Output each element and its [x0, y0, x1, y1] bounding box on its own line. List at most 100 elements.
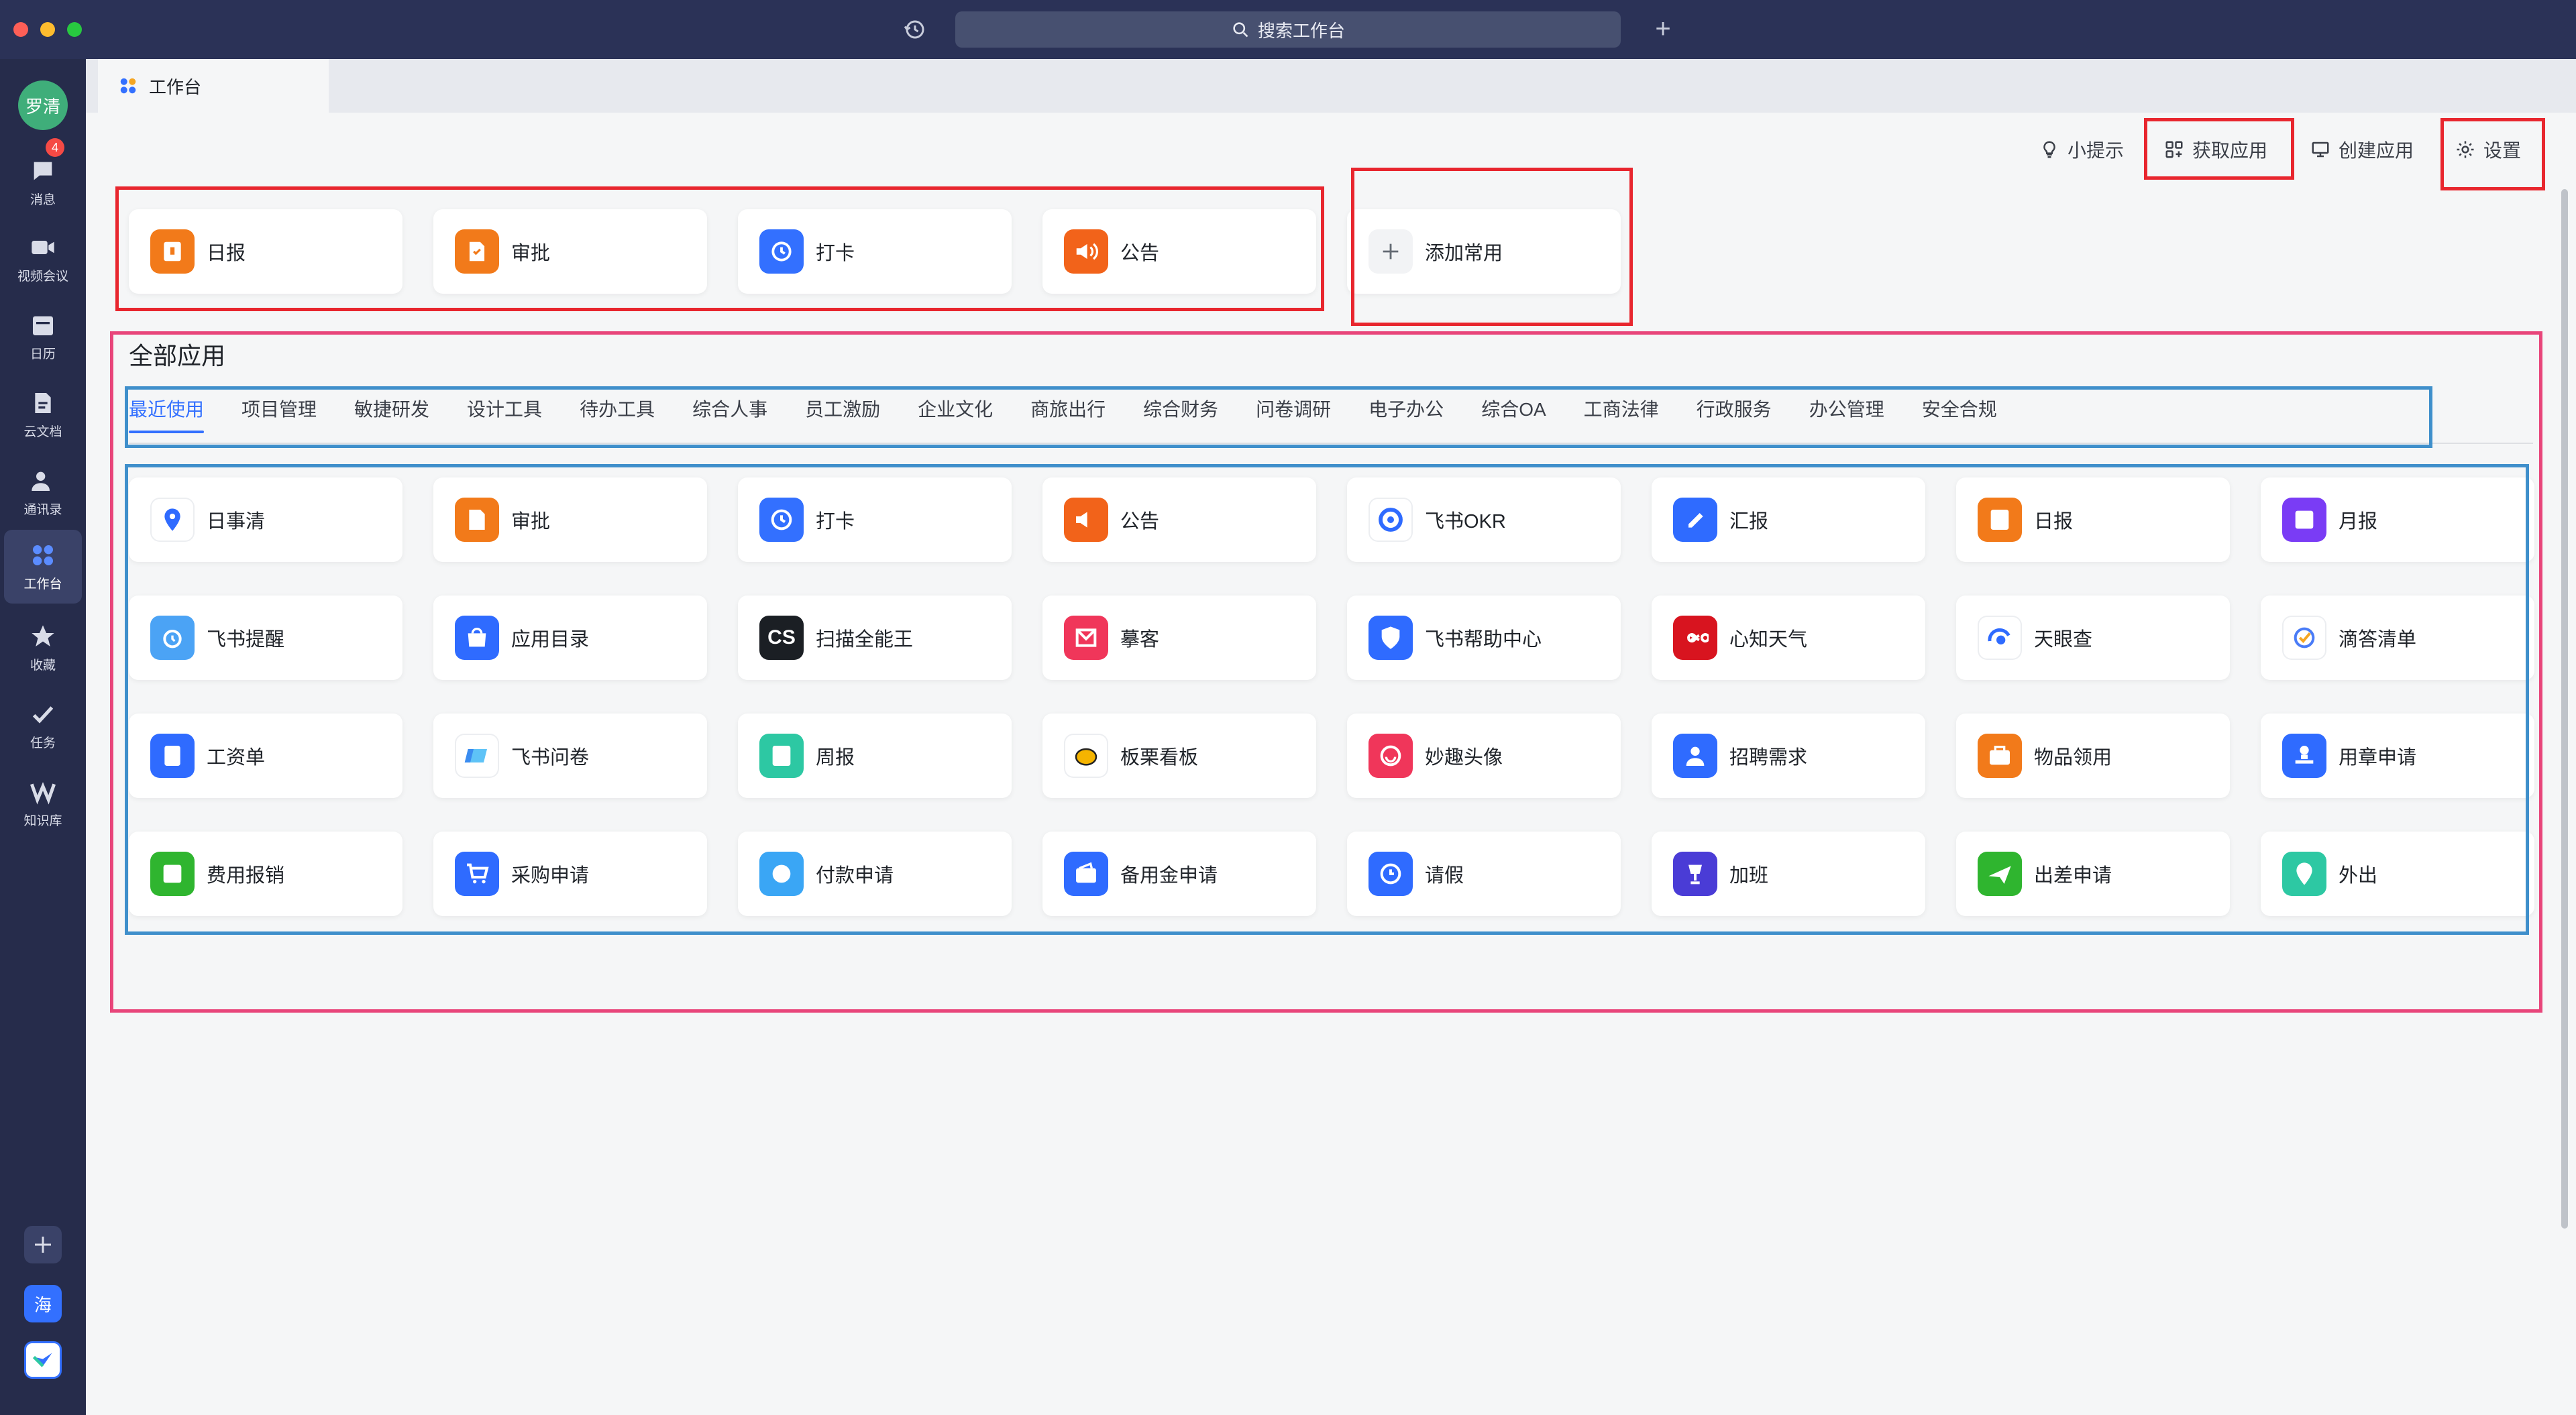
- app-card[interactable]: 工资单: [129, 714, 402, 798]
- app-card[interactable]: 周报: [738, 714, 1012, 798]
- approval-icon: [455, 498, 499, 542]
- app-card[interactable]: 打卡: [738, 477, 1012, 562]
- app-card[interactable]: 公告: [1042, 477, 1316, 562]
- category-tabs: 最近使用 项目管理 敏捷研发 设计工具 待办工具 综合人事 员工激励 企业文化 …: [129, 389, 2016, 436]
- tips-button[interactable]: 小提示: [2039, 134, 2124, 165]
- app-card-label: 天眼查: [2034, 629, 2093, 650]
- tab-category[interactable]: 企业文化: [899, 389, 1012, 431]
- search-input[interactable]: 搜索工作台: [955, 11, 1621, 48]
- app-card[interactable]: 汇报: [1652, 477, 1925, 562]
- app-card[interactable]: 日报: [1956, 477, 2230, 562]
- sidebar-item-docs[interactable]: 云文档: [4, 381, 82, 448]
- app-card-label: 摹客: [1120, 629, 1160, 650]
- close-window-button[interactable]: [13, 22, 28, 37]
- tab-category[interactable]: 商旅出行: [1012, 389, 1124, 431]
- tab-category[interactable]: 电子办公: [1350, 389, 1462, 431]
- sidebar-item-tasks[interactable]: 任务: [4, 692, 82, 759]
- app-card[interactable]: CS 扫描全能王: [738, 596, 1012, 680]
- avatar[interactable]: 罗清: [18, 80, 68, 130]
- app-card[interactable]: 应用目录: [433, 596, 707, 680]
- app-card[interactable]: 飞书OKR: [1347, 477, 1621, 562]
- tab-category[interactable]: 行政服务: [1678, 389, 1790, 431]
- tab-category[interactable]: 综合人事: [674, 389, 786, 431]
- announcement-icon: [1064, 229, 1108, 274]
- tab-category[interactable]: 员工激励: [786, 389, 899, 431]
- app-card[interactable]: 飞书问卷: [433, 714, 707, 798]
- sidebar-item-messages[interactable]: 消息: [4, 149, 82, 216]
- app-card[interactable]: 加班: [1652, 832, 1925, 916]
- message-icon: [34, 162, 52, 180]
- app-card[interactable]: 审批: [433, 477, 707, 562]
- favorite-app-clock-in[interactable]: 打卡: [738, 209, 1012, 294]
- tab-category[interactable]: 综合OA: [1462, 389, 1564, 431]
- video-icon: [32, 240, 54, 254]
- settings-button[interactable]: 设置: [2455, 134, 2521, 165]
- app-card-label: 飞书OKR: [1425, 511, 1506, 532]
- app-card[interactable]: 费用报销: [129, 832, 402, 916]
- app-card-label: 月报: [2339, 511, 2378, 532]
- sidebar-item-calendar[interactable]: 日历: [4, 303, 82, 370]
- app-card[interactable]: 飞书帮助中心: [1347, 596, 1621, 680]
- favorite-app-announcement[interactable]: 公告: [1042, 209, 1316, 294]
- feishu-logo-button[interactable]: [24, 1341, 62, 1379]
- tab-category[interactable]: 设计工具: [448, 389, 561, 431]
- app-card[interactable]: 滴答清单: [2261, 596, 2534, 680]
- daily-report-icon: [150, 229, 195, 274]
- favorite-app-daily-report[interactable]: 日报: [129, 209, 402, 294]
- tab-category[interactable]: 安全合规: [1903, 389, 2016, 431]
- app-card[interactable]: 板栗看板: [1042, 714, 1316, 798]
- workplace-icon: [33, 545, 53, 565]
- outing-pin-icon: [2282, 852, 2326, 896]
- app-card[interactable]: 招聘需求: [1652, 714, 1925, 798]
- app-card-label: 飞书提醒: [207, 629, 285, 650]
- sidebar-item-wiki[interactable]: 知识库: [4, 770, 82, 837]
- app-card[interactable]: 摹客: [1042, 596, 1316, 680]
- app-card-label: 日事清: [207, 511, 266, 532]
- app-card[interactable]: 妙趣头像: [1347, 714, 1621, 798]
- create-app-button[interactable]: 创建应用: [2310, 134, 2414, 165]
- app-card[interactable]: 飞书提醒: [129, 596, 402, 680]
- app-card[interactable]: 心知天气: [1652, 596, 1925, 680]
- history-icon[interactable]: [900, 15, 930, 44]
- tab-category[interactable]: 工商法律: [1565, 389, 1678, 431]
- pinned-app-hai[interactable]: 海: [24, 1285, 62, 1322]
- app-card[interactable]: 外出: [2261, 832, 2534, 916]
- new-tab-button[interactable]: +: [1646, 12, 1680, 46]
- tab-category[interactable]: 办公管理: [1790, 389, 1903, 431]
- sidebar-item-favorites[interactable]: 收藏: [4, 614, 82, 681]
- app-card[interactable]: 备用金申请: [1042, 832, 1316, 916]
- sidebar-item-workplace[interactable]: 工作台: [4, 530, 82, 604]
- maximize-window-button[interactable]: [67, 22, 82, 37]
- sidebar-item-video-meeting[interactable]: 视频会议: [4, 225, 82, 292]
- tab-category-recent[interactable]: 最近使用: [129, 389, 223, 433]
- smile-icon: [1368, 734, 1413, 778]
- minimize-window-button[interactable]: [40, 22, 55, 37]
- wiki-icon: [30, 781, 56, 805]
- app-card[interactable]: 出差申请: [1956, 832, 2230, 916]
- scrollbar[interactable]: [2561, 189, 2568, 1229]
- tab-category[interactable]: 敏捷研发: [335, 389, 448, 431]
- tab-category[interactable]: 项目管理: [223, 389, 335, 431]
- tab-category[interactable]: 待办工具: [561, 389, 674, 431]
- app-card[interactable]: 物品领用: [1956, 714, 2230, 798]
- get-apps-button[interactable]: 获取应用: [2164, 134, 2267, 165]
- monitor-icon: [2312, 142, 2329, 158]
- favorite-app-approval[interactable]: 审批: [433, 209, 707, 294]
- app-card[interactable]: 日事清: [129, 477, 402, 562]
- app-card[interactable]: 用章申请: [2261, 714, 2534, 798]
- app-card[interactable]: 付款申请: [738, 832, 1012, 916]
- app-card-label: 扫描全能王: [816, 629, 914, 650]
- app-card[interactable]: 天眼查: [1956, 596, 2230, 680]
- tab-workplace[interactable]: 工作台: [98, 59, 329, 113]
- app-card[interactable]: 月报: [2261, 477, 2534, 562]
- add-app-button[interactable]: [24, 1226, 62, 1263]
- tab-category[interactable]: 综合财务: [1124, 389, 1237, 431]
- app-card-label: 用章申请: [2339, 747, 2417, 769]
- app-card[interactable]: 请假: [1347, 832, 1621, 916]
- add-favorite-button[interactable]: 添加常用: [1347, 209, 1621, 294]
- search-icon: [1233, 22, 1248, 38]
- sidebar-item-contacts[interactable]: 通讯录: [4, 459, 82, 526]
- payslip-icon: [150, 734, 195, 778]
- app-card[interactable]: 采购申请: [433, 832, 707, 916]
- tab-category[interactable]: 问卷调研: [1237, 389, 1350, 431]
